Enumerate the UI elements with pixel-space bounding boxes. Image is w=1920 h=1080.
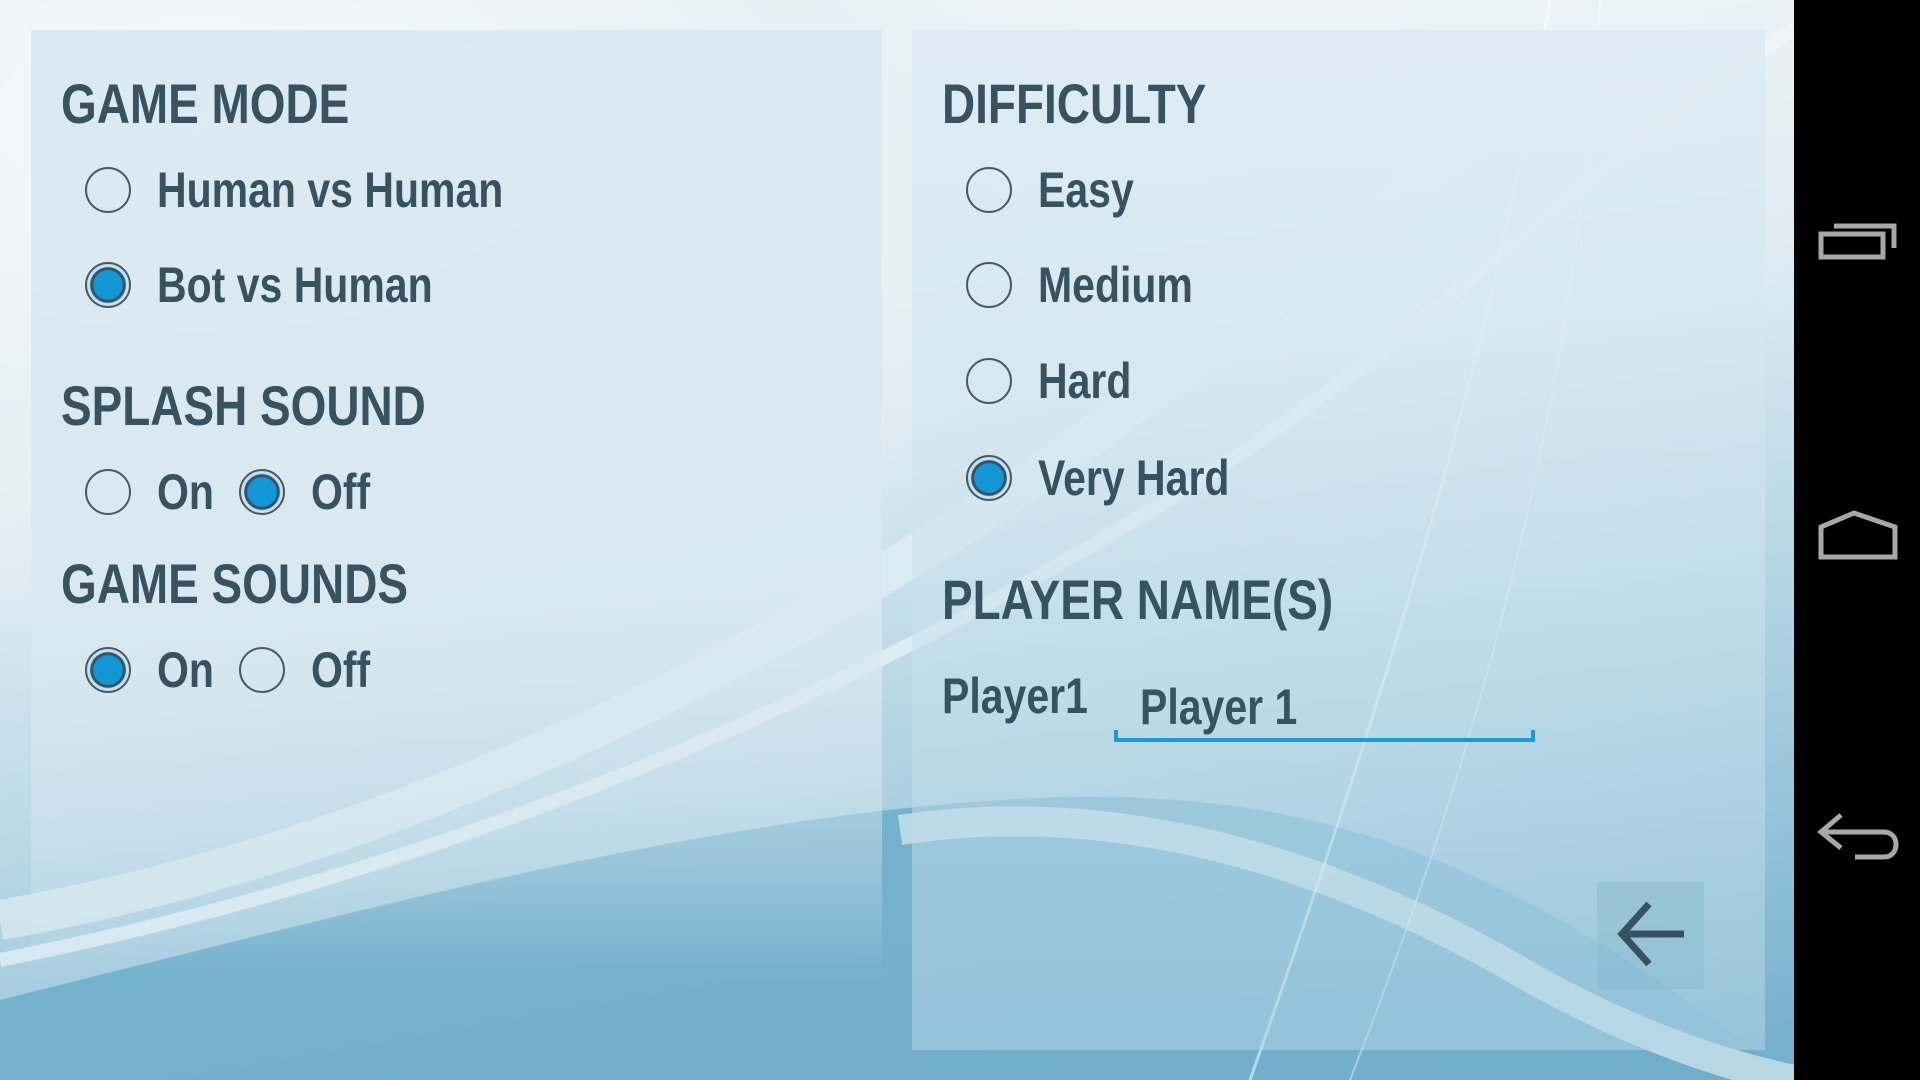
game-sounds-off-radio[interactable] bbox=[239, 647, 285, 693]
splash-sound-off-radio[interactable] bbox=[239, 469, 285, 515]
game-sounds-off-label[interactable]: Off bbox=[311, 645, 370, 695]
recent-apps-button[interactable] bbox=[1794, 180, 1920, 300]
player1-name-label: Player1 bbox=[942, 668, 1088, 724]
difficulty-very-hard-radio[interactable] bbox=[966, 455, 1012, 501]
game-mode-human-vs-human-radio[interactable] bbox=[85, 167, 131, 213]
game-mode-bot-vs-human-radio[interactable] bbox=[85, 262, 131, 308]
home-icon bbox=[1818, 510, 1898, 560]
back-icon bbox=[1817, 813, 1899, 860]
game-sounds-header: GAME SOUNDS bbox=[61, 552, 408, 615]
difficulty-header: DIFFICULTY bbox=[942, 72, 1207, 135]
difficulty-easy-label[interactable]: Easy bbox=[1038, 165, 1134, 215]
difficulty-easy-radio[interactable] bbox=[966, 167, 1012, 213]
difficulty-very-hard-label[interactable]: Very Hard bbox=[1038, 453, 1229, 503]
player1-name-input[interactable]: Player 1 bbox=[1114, 680, 1535, 742]
player-names-header: PLAYER NAME(S) bbox=[942, 568, 1334, 631]
home-button[interactable] bbox=[1794, 480, 1920, 600]
player1-name-value[interactable]: Player 1 bbox=[1140, 682, 1297, 732]
back-nav-button[interactable] bbox=[1794, 780, 1920, 900]
game-sounds-on-radio[interactable] bbox=[85, 647, 131, 693]
difficulty-hard-label[interactable]: Hard bbox=[1038, 356, 1131, 406]
difficulty-medium-label[interactable]: Medium bbox=[1038, 260, 1193, 310]
recent-apps-icon bbox=[1818, 223, 1897, 260]
game-sounds-on-label[interactable]: On bbox=[157, 645, 214, 695]
difficulty-medium-radio[interactable] bbox=[966, 262, 1012, 308]
back-button[interactable] bbox=[1597, 882, 1704, 989]
system-navigation-bar bbox=[1794, 0, 1920, 1080]
game-mode-human-vs-human-label[interactable]: Human vs Human bbox=[157, 165, 503, 215]
game-mode-bot-vs-human-label[interactable]: Bot vs Human bbox=[157, 260, 433, 310]
splash-sound-on-radio[interactable] bbox=[85, 469, 131, 515]
game-mode-header: GAME MODE bbox=[61, 72, 350, 135]
splash-sound-header: SPLASH SOUND bbox=[61, 374, 426, 437]
difficulty-hard-radio[interactable] bbox=[966, 358, 1012, 404]
splash-sound-off-label[interactable]: Off bbox=[311, 467, 370, 517]
splash-sound-on-label[interactable]: On bbox=[157, 467, 214, 517]
arrow-left-icon bbox=[1617, 901, 1684, 967]
